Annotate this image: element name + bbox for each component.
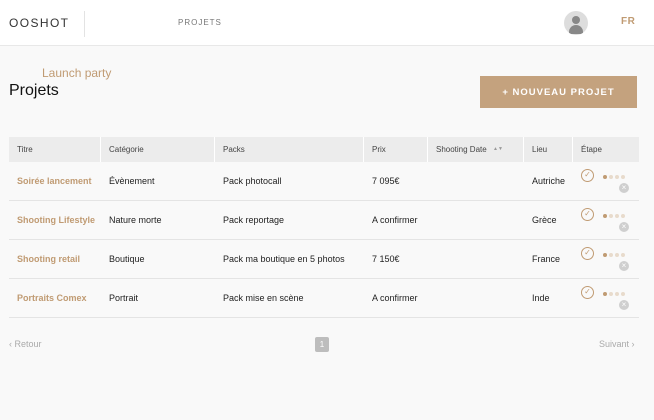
stage-dot bbox=[603, 292, 607, 296]
header-divider bbox=[84, 11, 85, 37]
col-header-packs[interactable]: Packs bbox=[215, 137, 364, 162]
cell-category: Nature morte bbox=[109, 215, 162, 225]
cell-place: Grèce bbox=[532, 215, 557, 225]
table-header: Titre Catégorie Packs Prix Shooting Date… bbox=[9, 137, 639, 162]
stage-dot bbox=[615, 292, 619, 296]
cell-shooting-date bbox=[428, 201, 436, 239]
avatar-head bbox=[572, 16, 580, 24]
col-header-category[interactable]: Catégorie bbox=[101, 137, 215, 162]
nav-projects[interactable]: PROJETS bbox=[178, 18, 222, 27]
table-row[interactable]: Shooting retail Boutique Pack ma boutique … bbox=[9, 240, 639, 279]
cell-title[interactable]: Soirée lancement bbox=[9, 162, 92, 200]
col-header-place[interactable]: Lieu bbox=[524, 137, 573, 162]
logo[interactable]: OOSHOT bbox=[9, 16, 69, 30]
check-circle-icon: ✓ bbox=[581, 286, 594, 299]
check-circle-icon: ✓ bbox=[581, 208, 594, 221]
page-title: Projets bbox=[9, 82, 59, 99]
col-header-title[interactable]: Titre bbox=[9, 137, 101, 162]
stage-dot bbox=[621, 292, 625, 296]
page-subtitle: Launch party bbox=[42, 66, 112, 80]
next-label: Suivant bbox=[599, 339, 630, 349]
cancel-icon[interactable]: × bbox=[619, 300, 629, 310]
cancel-icon[interactable]: × bbox=[619, 222, 629, 232]
stage-indicator: ✓ × bbox=[581, 240, 639, 278]
stage-dot bbox=[609, 175, 613, 179]
avatar-body bbox=[569, 25, 583, 34]
table-row[interactable]: Shooting Lifestyle Nature morte Pack repor… bbox=[9, 201, 639, 240]
cell-place: France bbox=[532, 254, 561, 264]
cell-title[interactable]: Shooting retail bbox=[9, 240, 80, 278]
cell-price: A confirmer bbox=[372, 215, 418, 225]
stage-dot bbox=[609, 253, 613, 257]
top-bar: OOSHOT PROJETS FR bbox=[0, 0, 654, 46]
new-project-button[interactable]: + NOUVEAU PROJET bbox=[480, 76, 637, 108]
stage-dot bbox=[621, 175, 625, 179]
cell-pack: Pack mise en scène bbox=[223, 293, 304, 303]
table-row[interactable]: Soirée lancement Évènement Pack photocall 7… bbox=[9, 162, 639, 201]
stage-dot bbox=[603, 253, 607, 257]
stage-dot bbox=[603, 214, 607, 218]
cancel-icon[interactable]: × bbox=[619, 183, 629, 193]
cell-pack: Pack ma boutique en 5 photos bbox=[223, 254, 345, 264]
cell-title[interactable]: Portraits Comex bbox=[9, 279, 87, 317]
cell-price: 7 095€ bbox=[372, 176, 400, 186]
cell-price: 7 150€ bbox=[372, 254, 400, 264]
cell-shooting-date bbox=[428, 279, 436, 317]
stage-dot bbox=[609, 292, 613, 296]
col-header-stage[interactable]: Étape bbox=[573, 137, 639, 162]
table-row[interactable]: Portraits Comex Portrait Pack mise en scèn… bbox=[9, 279, 639, 318]
projects-table: Titre Catégorie Packs Prix Shooting Date… bbox=[9, 137, 639, 318]
chevron-right-icon: › bbox=[629, 339, 635, 349]
stage-indicator: ✓ × bbox=[581, 162, 639, 200]
stage-dot bbox=[621, 214, 625, 218]
col-header-price[interactable]: Prix bbox=[364, 137, 428, 162]
cell-category: Évènement bbox=[109, 176, 155, 186]
stage-dot bbox=[615, 253, 619, 257]
stage-indicator: ✓ × bbox=[581, 201, 639, 239]
check-circle-icon: ✓ bbox=[581, 169, 594, 182]
cell-shooting-date bbox=[428, 162, 436, 200]
sort-arrows-icon[interactable]: ▲▼ bbox=[493, 137, 503, 162]
cell-price: A confirmer bbox=[372, 293, 418, 303]
pagination-next[interactable]: Suivant › bbox=[599, 339, 635, 349]
cell-shooting-date bbox=[428, 240, 436, 278]
prev-label: Retour bbox=[14, 339, 42, 349]
stage-dot bbox=[615, 214, 619, 218]
user-avatar-icon[interactable] bbox=[564, 11, 588, 35]
stage-dot bbox=[603, 175, 607, 179]
cell-pack: Pack reportage bbox=[223, 215, 285, 225]
cell-place: Inde bbox=[532, 293, 550, 303]
stage-dot bbox=[615, 175, 619, 179]
cell-place: Autriche bbox=[532, 176, 566, 186]
stage-dot bbox=[609, 214, 613, 218]
cell-pack: Pack photocall bbox=[223, 176, 282, 186]
cell-title[interactable]: Shooting Lifestyle bbox=[9, 201, 95, 239]
check-circle-icon: ✓ bbox=[581, 247, 594, 260]
cell-category: Boutique bbox=[109, 254, 145, 264]
stage-indicator: ✓ × bbox=[581, 279, 639, 317]
cancel-icon[interactable]: × bbox=[619, 261, 629, 271]
page-number[interactable]: 1 bbox=[315, 337, 329, 352]
language-switch[interactable]: FR bbox=[621, 16, 635, 27]
cell-category: Portrait bbox=[109, 293, 139, 303]
col-header-shooting-date[interactable]: Shooting Date bbox=[428, 137, 524, 162]
pagination-prev[interactable]: ‹ Retour bbox=[9, 339, 42, 349]
stage-dot bbox=[621, 253, 625, 257]
